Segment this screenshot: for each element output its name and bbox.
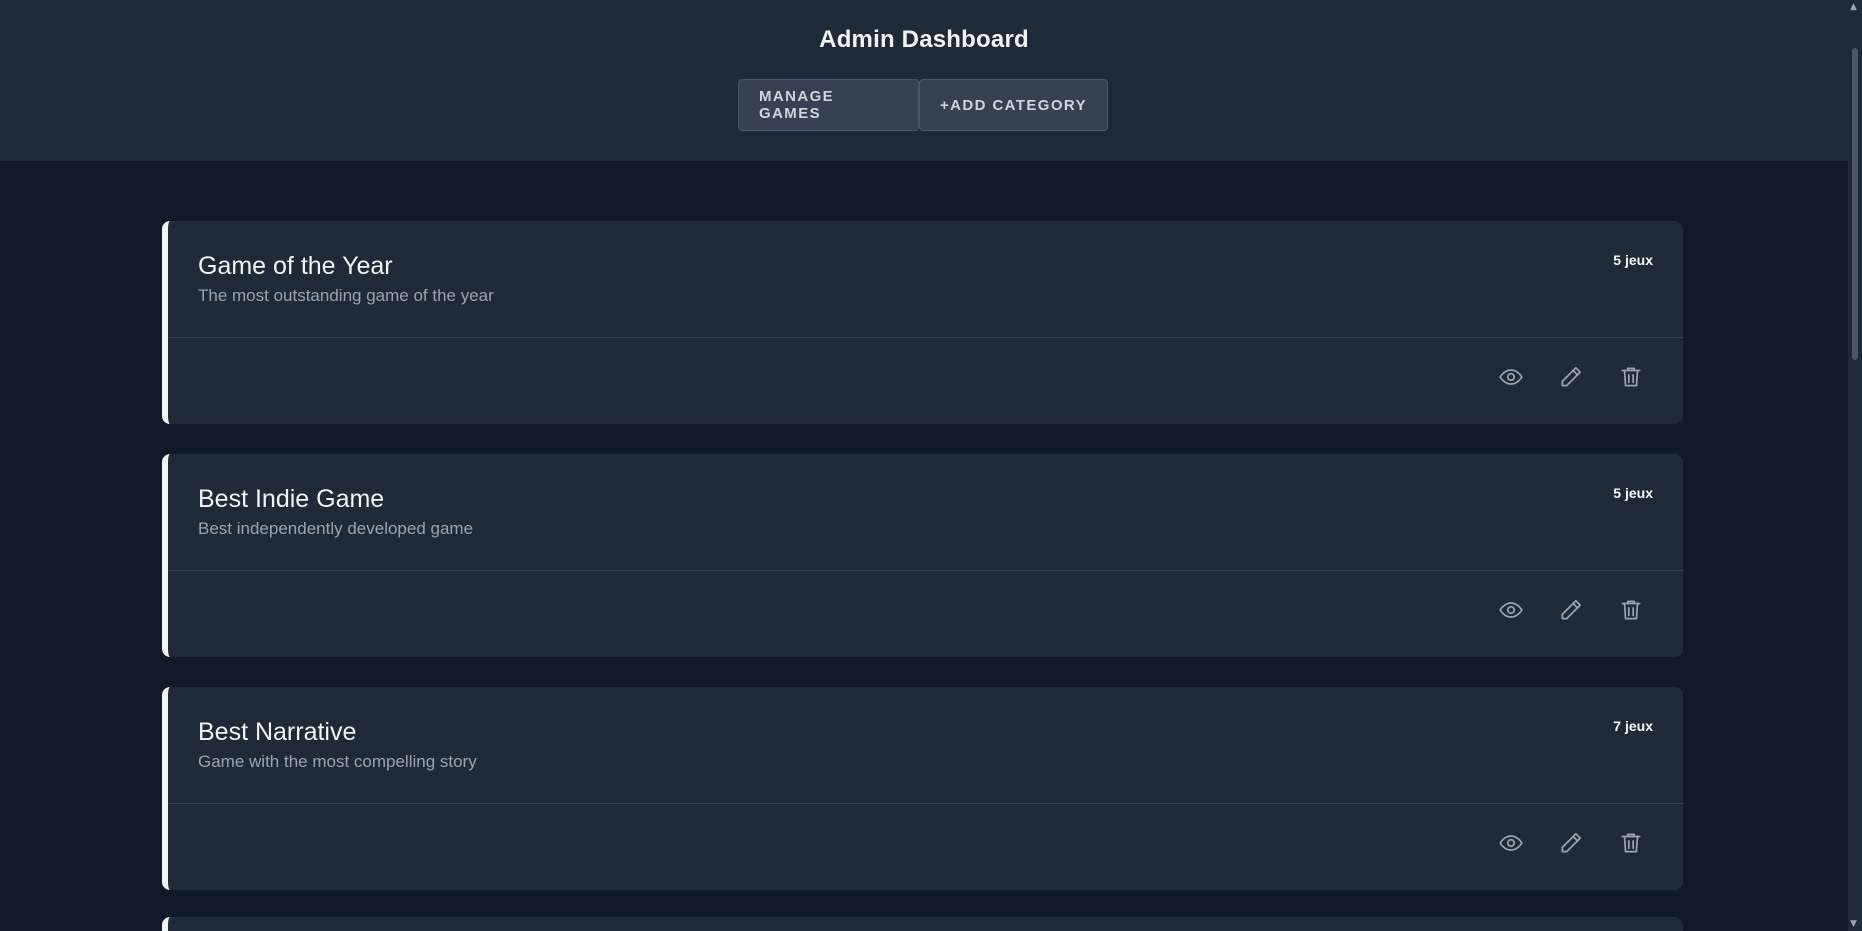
page-title: Admin Dashboard (819, 26, 1029, 53)
header: Admin Dashboard MANAGE GAMES +ADD CATEGO… (0, 0, 1848, 161)
category-description: Game with the most compelling story (198, 752, 477, 771)
category-name: Game of the Year (198, 252, 393, 280)
header-nav: MANAGE GAMES +ADD CATEGORY (738, 79, 1108, 131)
category-list: Game of the Year The most outstanding ga… (162, 221, 1683, 920)
pencil-icon[interactable] (1557, 596, 1585, 624)
category-actions (1497, 596, 1645, 624)
scrollbar-thumb[interactable] (1852, 48, 1858, 360)
category-card: Game of the Year The most outstanding ga… (162, 221, 1683, 424)
category-card-header: Best Indie Game Best independently devel… (168, 454, 1683, 571)
trash-icon[interactable] (1617, 596, 1645, 624)
category-card-partial (162, 917, 1683, 931)
category-game-count: 5 jeux (1613, 485, 1653, 501)
eye-icon[interactable] (1497, 363, 1525, 391)
category-actions (1497, 363, 1645, 391)
category-card: Best Narrative Game with the most compel… (162, 687, 1683, 890)
scroll-down-icon[interactable]: ▼ (1850, 919, 1857, 929)
manage-games-button[interactable]: MANAGE GAMES (738, 79, 919, 131)
category-game-count: 5 jeux (1613, 252, 1653, 268)
category-description: The most outstanding game of the year (198, 286, 494, 305)
category-card-header: Best Narrative Game with the most compel… (168, 687, 1683, 804)
trash-icon[interactable] (1617, 829, 1645, 857)
scroll-up-icon[interactable]: ▲ (1850, 2, 1857, 12)
trash-icon[interactable] (1617, 363, 1645, 391)
category-card: Best Indie Game Best independently devel… (162, 454, 1683, 657)
add-category-button[interactable]: +ADD CATEGORY (919, 79, 1108, 131)
category-name: Best Indie Game (198, 485, 385, 513)
admin-dashboard-page: Admin Dashboard MANAGE GAMES +ADD CATEGO… (0, 0, 1862, 931)
scrollbar[interactable]: ▲ ▼ (1848, 0, 1862, 931)
pencil-icon[interactable] (1557, 829, 1585, 857)
category-name: Best Narrative (198, 718, 357, 746)
category-card-header: Game of the Year The most outstanding ga… (168, 221, 1683, 338)
category-actions (1497, 829, 1645, 857)
category-description: Best independently developed game (198, 519, 474, 538)
eye-icon[interactable] (1497, 829, 1525, 857)
category-game-count: 7 jeux (1613, 718, 1653, 734)
eye-icon[interactable] (1497, 596, 1525, 624)
pencil-icon[interactable] (1557, 363, 1585, 391)
